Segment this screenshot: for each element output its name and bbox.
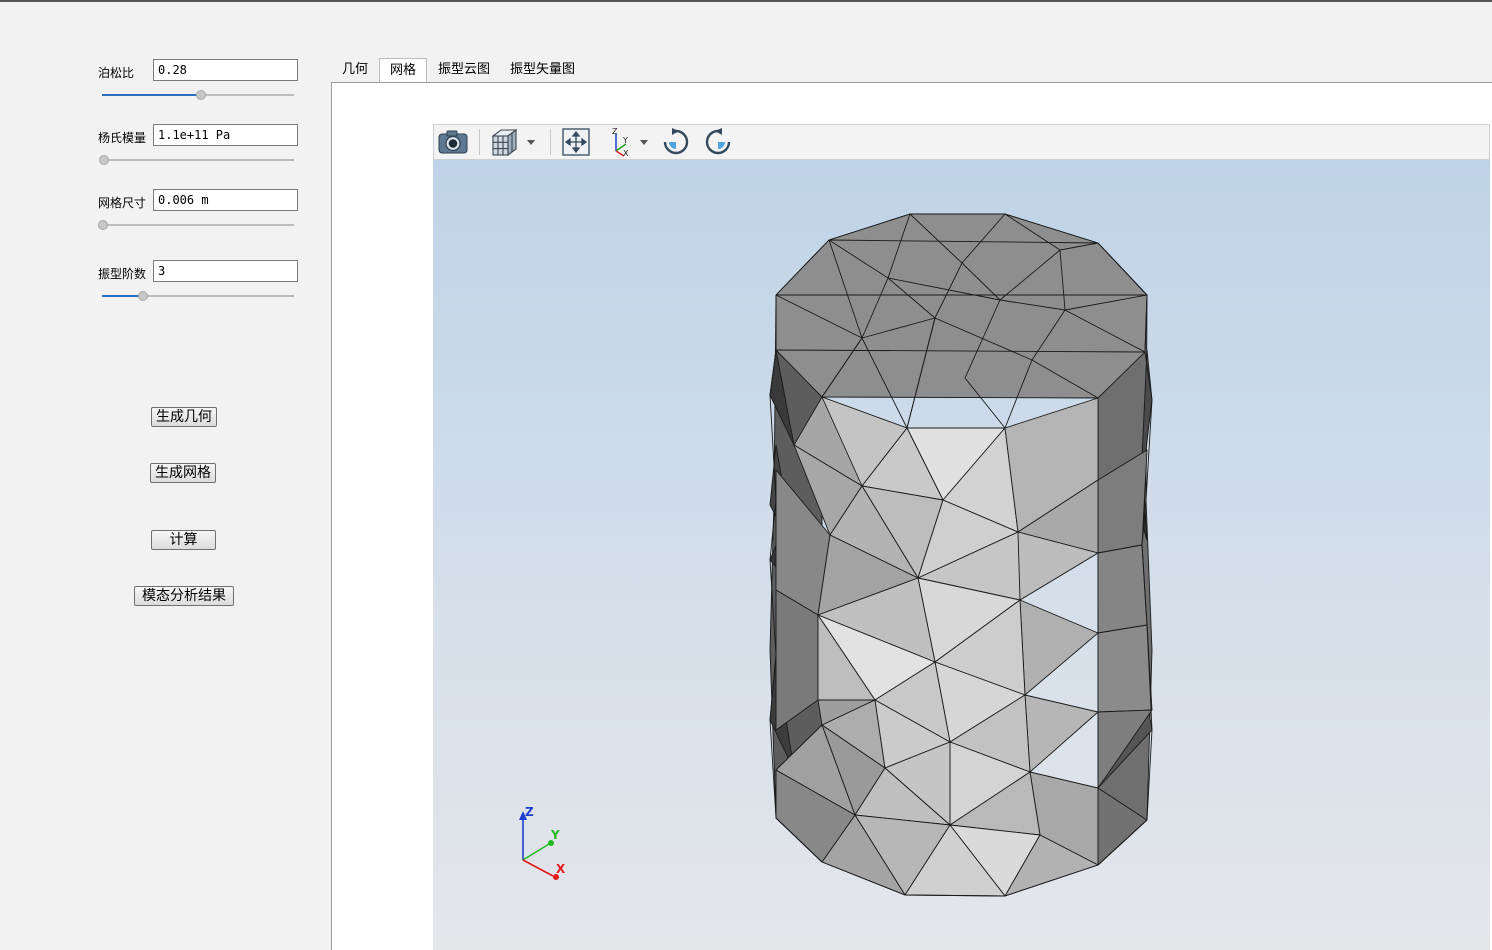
- svg-text:Z: Z: [612, 127, 618, 136]
- modal-result-button[interactable]: 模态分析结果: [134, 586, 234, 606]
- poisson-ratio-input[interactable]: [153, 59, 298, 81]
- tab-geometry[interactable]: 几何: [332, 58, 378, 82]
- youngs-modulus-label: 杨氏模量: [98, 131, 147, 145]
- slider-handle[interactable]: [98, 220, 108, 230]
- orientation-triad: Z Y X: [519, 805, 566, 880]
- slider-handle[interactable]: [196, 90, 206, 100]
- toolbar-separator: [479, 129, 480, 155]
- poisson-ratio-label: 泊松比: [98, 66, 135, 80]
- rotate-ccw-icon[interactable]: [702, 127, 734, 157]
- 3d-viewport[interactable]: Z Y X: [433, 160, 1490, 950]
- poisson-ratio-slider[interactable]: [102, 89, 294, 101]
- camera-icon[interactable]: [437, 127, 469, 157]
- triad-x-label: X: [556, 862, 566, 876]
- tab-mesh[interactable]: 网格: [379, 58, 428, 83]
- svg-text:Y: Y: [622, 136, 628, 145]
- svg-text:X: X: [623, 149, 629, 157]
- mode-order-input[interactable]: [153, 260, 298, 282]
- tab-mode-contour[interactable]: 振型云图: [428, 58, 500, 82]
- mode-order-slider[interactable]: [102, 290, 294, 302]
- mode-order-label: 振型阶数: [98, 267, 147, 281]
- triad-z-label: Z: [525, 805, 534, 819]
- youngs-modulus-slider[interactable]: [99, 154, 294, 166]
- fit-all-icon[interactable]: [560, 127, 592, 157]
- mesh-size-input[interactable]: [153, 189, 298, 211]
- compute-button[interactable]: 计算: [151, 530, 216, 550]
- slider-handle[interactable]: [138, 291, 148, 301]
- triad-y-label: Y: [550, 828, 560, 842]
- window-top-border: [0, 0, 1492, 2]
- mesh-size-label: 网格尺寸: [98, 196, 147, 210]
- slider-handle[interactable]: [99, 155, 109, 165]
- viewer-toolbar: Z Y X: [433, 124, 1490, 160]
- youngs-modulus-input[interactable]: [153, 124, 298, 146]
- tab-mode-vector[interactable]: 振型矢量图: [500, 58, 585, 82]
- rotate-cw-icon[interactable]: [660, 127, 692, 157]
- mesh-size-slider[interactable]: [98, 219, 294, 231]
- toolbar-separator: [550, 129, 551, 155]
- axes-icon[interactable]: Z Y X: [604, 127, 654, 157]
- generate-geometry-button[interactable]: 生成几何: [151, 407, 217, 427]
- view-cube-icon[interactable]: [488, 127, 540, 157]
- generate-mesh-button[interactable]: 生成网格: [150, 463, 216, 483]
